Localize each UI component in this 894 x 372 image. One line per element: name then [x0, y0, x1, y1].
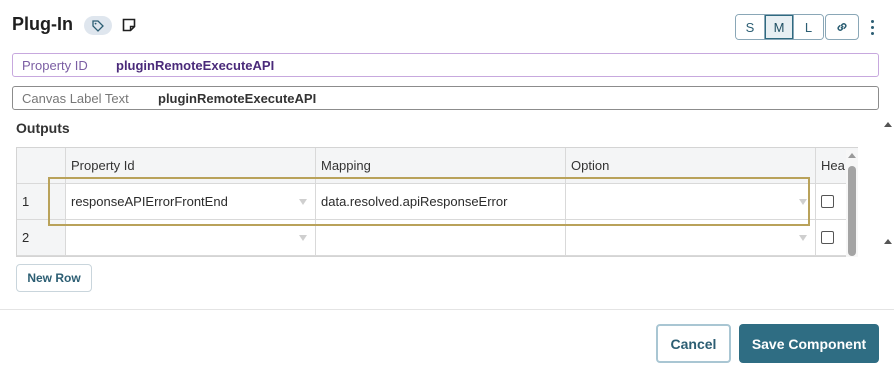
canvas-label-field[interactable]: Canvas Label Text pluginRemoteExecuteAPI — [12, 86, 879, 110]
property-id-cell[interactable]: responseAPIErrorFrontEnd — [66, 184, 316, 220]
table-scrollbar[interactable] — [846, 150, 858, 257]
page-scroll-thumb-icon[interactable] — [884, 239, 892, 244]
canvas-label-label: Canvas Label Text — [22, 90, 129, 106]
cancel-button[interactable]: Cancel — [656, 324, 731, 363]
option-cell[interactable] — [566, 184, 816, 220]
row-checkbox[interactable] — [821, 231, 834, 244]
mapping-cell-text: data.resolved.apiResponseError — [321, 194, 508, 209]
save-component-button[interactable]: Save Component — [739, 324, 879, 363]
tag-icon[interactable] — [84, 16, 112, 35]
column-header-mapping[interactable]: Mapping — [316, 148, 566, 184]
property-id-cell-text: responseAPIErrorFrontEnd — [71, 194, 228, 209]
footer-divider — [0, 309, 894, 310]
column-header-option[interactable]: Option — [566, 148, 816, 184]
chevron-down-icon[interactable] — [299, 198, 307, 205]
chevron-down-icon[interactable] — [799, 234, 807, 241]
row-checkbox[interactable] — [821, 195, 834, 208]
property-id-cell[interactable] — [66, 220, 316, 256]
mapping-cell[interactable]: data.resolved.apiResponseError — [316, 184, 566, 220]
property-id-label: Property ID — [22, 57, 88, 73]
row-number-header — [17, 148, 66, 184]
property-id-field[interactable]: Property ID pluginRemoteExecuteAPI — [12, 53, 879, 77]
chevron-down-icon[interactable] — [299, 234, 307, 241]
scroll-up-icon[interactable] — [848, 153, 856, 158]
row-number: 1 — [17, 184, 66, 220]
chevron-down-icon[interactable] — [799, 198, 807, 205]
scrollbar-thumb[interactable] — [848, 166, 856, 256]
size-medium-button[interactable]: M — [765, 15, 794, 39]
size-large-button[interactable]: L — [794, 15, 823, 39]
note-icon[interactable] — [121, 17, 137, 33]
page-scroll-up-icon[interactable] — [884, 122, 892, 127]
outputs-heading: Outputs — [16, 120, 70, 136]
column-header-property-id[interactable]: Property Id — [66, 148, 316, 184]
canvas-label-value: pluginRemoteExecuteAPI — [158, 90, 317, 106]
new-row-button[interactable]: New Row — [16, 264, 92, 292]
table-row: 2 — [17, 220, 858, 256]
option-cell[interactable] — [566, 220, 816, 256]
outputs-table: Property Id Mapping Option Hea 1 respons… — [16, 147, 858, 257]
link-button[interactable] — [825, 14, 859, 40]
row-number: 2 — [17, 220, 66, 256]
mapping-cell[interactable] — [316, 220, 566, 256]
property-id-value: pluginRemoteExecuteAPI — [116, 57, 275, 73]
size-small-button[interactable]: S — [736, 15, 765, 39]
more-options-icon[interactable] — [866, 16, 878, 38]
table-row: 1 responseAPIErrorFrontEnd data.resolved… — [17, 184, 858, 220]
page-title: Plug-In — [12, 14, 73, 34]
size-toggle-group: S M L — [735, 14, 824, 40]
link-icon — [837, 23, 847, 31]
